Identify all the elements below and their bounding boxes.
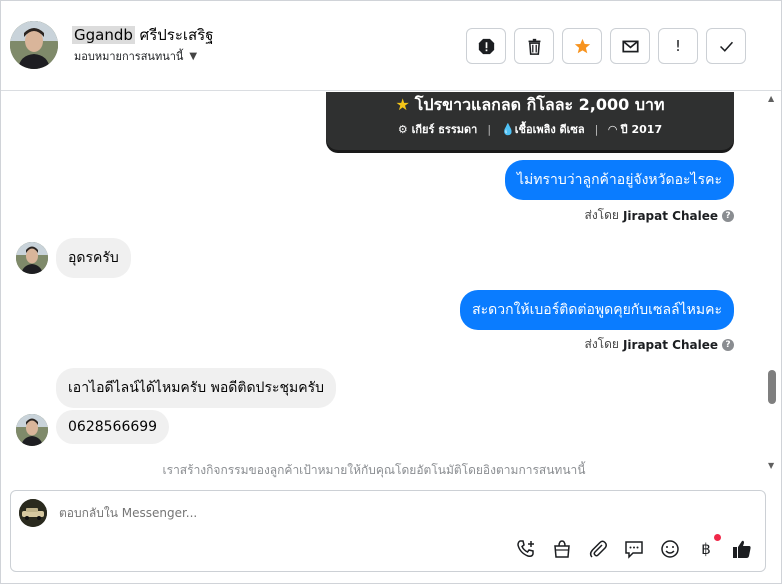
messenger-conversation-panel: Ggandb ศรีประเสริฐ มอบหมายการสนทนานี้ ▼ … — [0, 0, 782, 584]
card-title: ★ โปรขาวแลกลด กิโลละ 2,000 บาท — [395, 95, 665, 114]
envelope-icon — [621, 40, 639, 52]
chat-bubble-icon — [625, 541, 643, 559]
notification-dot — [714, 534, 721, 541]
emoji-button[interactable] — [659, 538, 681, 560]
trash-icon — [528, 38, 540, 55]
contact-avatar[interactable] — [10, 21, 58, 69]
email-button[interactable] — [610, 28, 650, 64]
card-meta: ⚙ เกียร์ ธรรมดา | 💧เชื้อเพลิง ดีเซล | ◠ … — [326, 120, 734, 138]
help-icon[interactable]: ? — [722, 338, 734, 351]
shopping-bag-icon — [554, 540, 570, 558]
follow-up-button[interactable]: ! — [658, 28, 698, 64]
thread-scrollbar[interactable]: ▲ ▼ — [765, 92, 779, 475]
divider: | — [594, 122, 599, 136]
gear-spec: ⚙ เกียร์ ธรรมดา — [397, 123, 478, 136]
composer-toolbar: ฿ — [515, 534, 753, 560]
fuel-drop-icon: 💧 — [501, 123, 515, 136]
attach-button[interactable] — [587, 538, 609, 560]
shop-button[interactable] — [551, 538, 573, 560]
outgoing-message[interactable]: สะดวกให้เบอร์ติดต่อพูดคุยกับเซลล์ไหมคะ — [460, 290, 734, 330]
gear-icon: ⚙ — [397, 123, 408, 136]
divider: | — [487, 122, 492, 136]
help-icon[interactable]: ? — [722, 209, 734, 222]
alert-octagon-icon — [478, 38, 494, 54]
call-button[interactable] — [515, 538, 537, 560]
header-actions: ! — [466, 28, 746, 64]
outgoing-message[interactable]: ไม่ทราบว่าลูกค้าอยู่จังหวัดอะไรคะ — [505, 160, 734, 200]
done-button[interactable] — [706, 28, 746, 64]
caret-down-icon: ▼ — [189, 50, 198, 62]
payment-button[interactable]: ฿ — [695, 534, 721, 560]
star-icon: ★ — [395, 95, 410, 114]
like-button[interactable] — [731, 538, 753, 560]
year-spec: ◠ ปี 2017 — [608, 123, 663, 136]
gauge-icon: ◠ — [608, 123, 617, 136]
assign-label: มอบหมายการสนทนานี้ — [74, 50, 184, 63]
incoming-message[interactable]: 0628566699 — [56, 410, 170, 444]
delete-button[interactable] — [514, 28, 554, 64]
smiley-icon — [661, 540, 679, 558]
scroll-down-arrow-icon[interactable]: ▼ — [768, 461, 774, 470]
baht-icon: ฿ — [701, 540, 711, 558]
scroll-up-arrow-icon[interactable]: ▲ — [768, 94, 774, 103]
star-button[interactable] — [562, 28, 602, 64]
vehicle-ad-card[interactable]: ★ โปรขาวแลกลด กิโลละ 2,000 บาท ⚙ เกียร์ ธ… — [326, 92, 734, 150]
incoming-message[interactable]: เอาไอดีไลน์ได้ไหมครับ พอดีติดประชุมครับ — [56, 368, 336, 408]
thumbs-up-icon — [733, 540, 751, 558]
fuel-spec: 💧เชื้อเพลิง ดีเซล — [501, 123, 585, 136]
assign-conversation-dropdown[interactable]: มอบหมายการสนทนานี้ ▼ — [74, 47, 197, 65]
reply-input[interactable] — [59, 506, 659, 520]
incoming-message[interactable]: อุดรครับ — [56, 238, 131, 278]
reply-composer: ฿ — [10, 490, 766, 572]
contact-name: Ggandb ศรีประเสริฐ — [72, 26, 214, 44]
paperclip-icon — [589, 540, 607, 558]
sent-by-label: ส่งโดย Jirapat Chalee ? — [585, 206, 734, 225]
check-icon — [719, 41, 733, 52]
page-avatar — [19, 499, 47, 527]
exclamation-icon: ! — [674, 37, 681, 55]
phone-plus-icon — [517, 540, 534, 557]
lead-activity-notice: เราสร้างกิจกรรมของลูกค้าเป้าหมายให้กับคุ… — [162, 463, 586, 477]
contact-avatar-small[interactable] — [16, 242, 48, 274]
conversation-header: Ggandb ศรีประเสริฐ มอบหมายการสนทนานี้ ▼ … — [1, 1, 781, 91]
message-thread[interactable]: ★ โปรขาวแลกลด กิโลละ 2,000 บาท ⚙ เกียร์ ธ… — [1, 92, 765, 482]
scroll-thumb[interactable] — [768, 370, 776, 404]
saved-replies-button[interactable] — [623, 538, 645, 560]
contact-avatar-small[interactable] — [16, 414, 48, 446]
sent-by-label: ส่งโดย Jirapat Chalee ? — [585, 335, 734, 354]
spam-button[interactable] — [466, 28, 506, 64]
star-icon — [574, 38, 590, 53]
